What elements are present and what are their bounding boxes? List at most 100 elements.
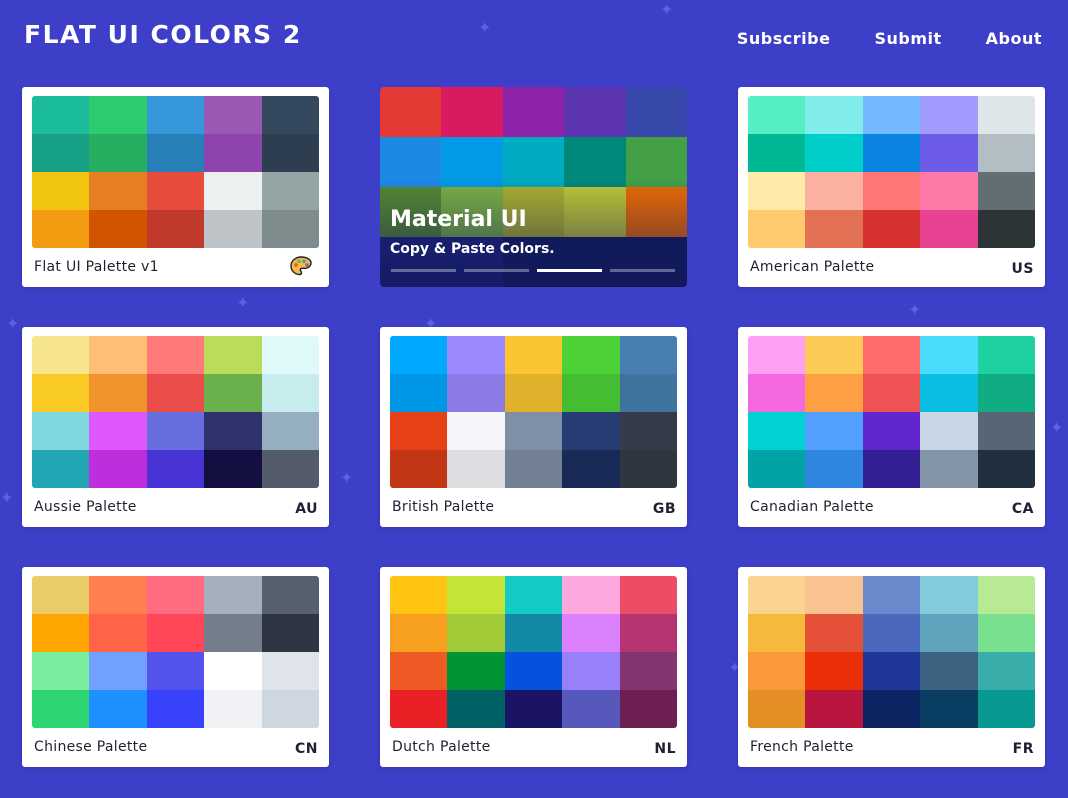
color-swatch[interactable] [146, 134, 205, 172]
color-swatch[interactable] [146, 374, 205, 412]
color-swatch[interactable] [977, 172, 1035, 210]
color-swatch[interactable] [32, 576, 90, 614]
color-swatch[interactable] [504, 450, 563, 488]
color-swatch[interactable] [920, 374, 978, 412]
color-swatch[interactable] [805, 652, 863, 690]
color-swatch[interactable] [562, 374, 620, 412]
material-ui-banner[interactable]: Material UI Copy & Paste Colors. [380, 87, 687, 287]
color-swatch[interactable] [504, 652, 563, 690]
color-swatch[interactable] [748, 652, 806, 690]
color-swatch[interactable] [89, 652, 147, 690]
color-swatch[interactable] [920, 614, 978, 652]
color-swatch[interactable] [748, 576, 806, 614]
color-swatch[interactable] [204, 210, 262, 248]
color-swatch[interactable] [748, 134, 806, 172]
color-swatch[interactable] [805, 336, 863, 374]
color-swatch[interactable] [920, 412, 978, 450]
color-swatch[interactable] [261, 614, 319, 652]
subscribe-link[interactable]: Subscribe [737, 29, 831, 48]
color-swatch[interactable] [261, 450, 319, 488]
color-swatch[interactable] [562, 412, 620, 450]
color-swatch[interactable] [32, 614, 90, 652]
color-swatch[interactable] [619, 412, 677, 450]
palette-card-canadian[interactable]: Canadian Palette CA [738, 327, 1045, 527]
color-swatch[interactable] [862, 690, 921, 728]
color-swatch[interactable] [89, 96, 147, 134]
color-swatch[interactable] [89, 210, 147, 248]
color-swatch[interactable] [920, 172, 978, 210]
palette-card-aussie[interactable]: Aussie Palette AU [22, 327, 329, 527]
color-swatch[interactable] [805, 690, 863, 728]
color-swatch[interactable] [862, 576, 921, 614]
color-swatch[interactable] [390, 412, 448, 450]
color-swatch[interactable] [748, 336, 806, 374]
color-swatch[interactable] [504, 690, 563, 728]
color-swatch[interactable] [920, 450, 978, 488]
color-swatch[interactable] [204, 576, 262, 614]
about-link[interactable]: About [986, 29, 1042, 48]
color-swatch[interactable] [32, 374, 90, 412]
color-swatch[interactable] [146, 690, 205, 728]
color-swatch[interactable] [146, 576, 205, 614]
color-swatch[interactable] [89, 576, 147, 614]
color-swatch[interactable] [920, 134, 978, 172]
color-swatch[interactable] [32, 690, 90, 728]
color-swatch[interactable] [146, 614, 205, 652]
color-swatch[interactable] [748, 374, 806, 412]
color-swatch[interactable] [562, 614, 620, 652]
color-swatch[interactable] [390, 576, 448, 614]
color-swatch[interactable] [146, 450, 205, 488]
color-swatch[interactable] [920, 690, 978, 728]
color-swatch[interactable] [390, 652, 448, 690]
color-swatch[interactable] [805, 134, 863, 172]
color-swatch[interactable] [447, 450, 505, 488]
color-swatch[interactable] [390, 450, 448, 488]
color-swatch[interactable] [447, 374, 505, 412]
color-swatch[interactable] [390, 336, 448, 374]
palette-card-british[interactable]: British Palette GB [380, 327, 687, 527]
color-swatch[interactable] [920, 576, 978, 614]
color-swatch[interactable] [748, 412, 806, 450]
color-swatch[interactable] [562, 652, 620, 690]
color-swatch[interactable] [261, 336, 319, 374]
color-swatch[interactable] [619, 690, 677, 728]
color-swatch[interactable] [204, 450, 262, 488]
color-swatch[interactable] [447, 412, 505, 450]
color-swatch[interactable] [504, 576, 563, 614]
color-swatch[interactable] [977, 134, 1035, 172]
color-swatch[interactable] [204, 134, 262, 172]
color-swatch[interactable] [89, 134, 147, 172]
color-swatch[interactable] [920, 96, 978, 134]
color-swatch[interactable] [89, 172, 147, 210]
color-swatch[interactable] [261, 576, 319, 614]
color-swatch[interactable] [32, 450, 90, 488]
color-swatch[interactable] [261, 96, 319, 134]
color-swatch[interactable] [805, 412, 863, 450]
color-swatch[interactable] [977, 450, 1035, 488]
submit-link[interactable]: Submit [874, 29, 941, 48]
color-swatch[interactable] [89, 450, 147, 488]
color-swatch[interactable] [146, 96, 205, 134]
color-swatch[interactable] [805, 614, 863, 652]
color-swatch[interactable] [204, 172, 262, 210]
color-swatch[interactable] [862, 96, 921, 134]
color-swatch[interactable] [504, 614, 563, 652]
palette-card-dutch[interactable]: Dutch Palette NL [380, 567, 687, 767]
color-swatch[interactable] [748, 450, 806, 488]
palette-card-french[interactable]: French Palette FR [738, 567, 1045, 767]
color-swatch[interactable] [204, 652, 262, 690]
color-swatch[interactable] [204, 336, 262, 374]
color-swatch[interactable] [261, 134, 319, 172]
color-swatch[interactable] [504, 336, 563, 374]
slider-dot[interactable] [610, 269, 675, 272]
color-swatch[interactable] [748, 96, 806, 134]
color-swatch[interactable] [562, 690, 620, 728]
color-swatch[interactable] [862, 412, 921, 450]
color-swatch[interactable] [89, 336, 147, 374]
color-swatch[interactable] [977, 614, 1035, 652]
color-swatch[interactable] [805, 96, 863, 134]
color-swatch[interactable] [977, 690, 1035, 728]
color-swatch[interactable] [89, 374, 147, 412]
color-swatch[interactable] [32, 96, 90, 134]
color-swatch[interactable] [619, 652, 677, 690]
